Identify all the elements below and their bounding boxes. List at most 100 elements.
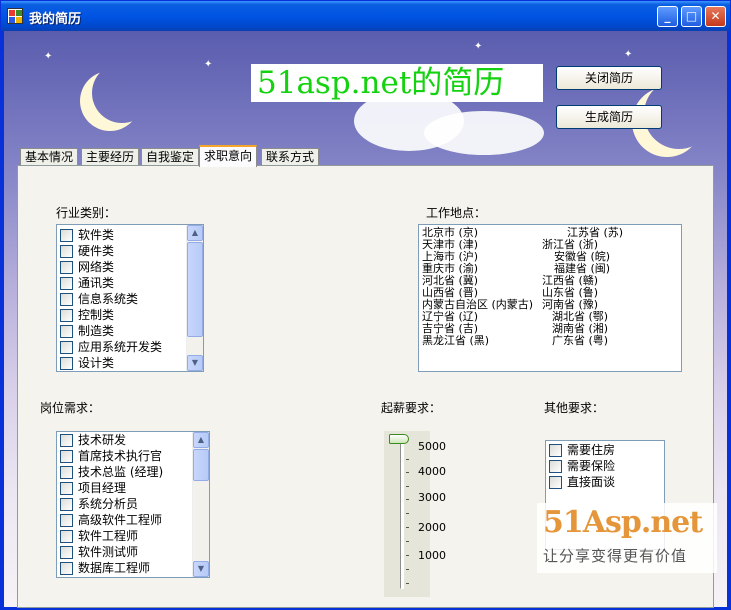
list-item[interactable]: 黑龙江省 (黑) 广东省 (粤)	[422, 335, 678, 347]
scroll-down-icon[interactable]: ▼	[193, 561, 209, 577]
industry-item[interactable]: 制造类	[57, 323, 203, 339]
title-bar[interactable]: 我的简历 _ □ ✕	[1, 1, 730, 31]
salary-tick-label: 2000	[418, 521, 446, 534]
position-item[interactable]: 首席技术执行官	[57, 448, 209, 464]
industry-item[interactable]: 软件类	[57, 227, 203, 243]
scroll-down-icon[interactable]: ▼	[187, 355, 203, 371]
checkbox[interactable]	[60, 514, 73, 527]
industry-item[interactable]: 信息系统类	[57, 291, 203, 307]
tab-contact[interactable]: 联系方式	[261, 148, 320, 166]
vertical-scrollbar[interactable]: ▲ ▼	[186, 225, 203, 371]
slider-tick	[406, 583, 409, 584]
position-checklist[interactable]: 技术研发 首席技术执行官 技术总监 (经理) 项目经理 系统分析员 高级软件工程…	[56, 431, 210, 578]
scroll-up-icon[interactable]: ▲	[193, 432, 209, 448]
maximize-icon[interactable]: □	[681, 6, 702, 27]
slider-tick	[406, 569, 409, 570]
checkbox[interactable]	[60, 245, 73, 258]
industry-label: 行业类别：	[56, 206, 117, 220]
position-item[interactable]: 高级软件工程师	[57, 512, 209, 528]
position-item[interactable]: 项目经理	[57, 480, 209, 496]
slider-tick	[406, 499, 409, 500]
slider-tick	[406, 513, 409, 514]
checkbox[interactable]	[60, 562, 73, 575]
minimize-icon[interactable]: _	[657, 6, 678, 27]
industry-item[interactable]: 网络类	[57, 259, 203, 275]
checkbox[interactable]	[60, 466, 73, 479]
scroll-thumb[interactable]	[187, 242, 203, 337]
tab-self-assessment[interactable]: 自我鉴定	[141, 148, 200, 166]
slider-tick	[406, 555, 409, 556]
checkbox[interactable]	[60, 309, 73, 322]
salary-tick-label: 3000	[418, 491, 446, 504]
checkbox[interactable]	[60, 498, 73, 511]
position-item[interactable]: 数据库工程师	[57, 560, 209, 576]
salary-tick-label: 5000	[418, 440, 446, 453]
app-window: 我的简历 _ □ ✕ ✦ ✦ ✦ ✦ 51asp.net的简历 关闭简历 生成简…	[0, 0, 731, 610]
other-item[interactable]: 需要保险	[546, 458, 664, 474]
generate-resume-button[interactable]: 生成简历	[556, 105, 662, 129]
position-item[interactable]: 技术研发	[57, 432, 209, 448]
slider-track	[400, 439, 404, 589]
checkbox[interactable]	[60, 482, 73, 495]
tab-basic-info[interactable]: 基本情况	[20, 148, 79, 166]
location-list[interactable]: 北京市 (京) 江苏省 (苏) 天津市 (津) 浙江省 (浙) 上海市 (沪) 安徽省…	[418, 224, 682, 372]
slider-tick	[406, 486, 409, 487]
slider-tick	[406, 527, 409, 528]
cloud-shape	[424, 111, 544, 155]
slider-thumb[interactable]	[389, 434, 409, 444]
moon-icon	[92, 63, 152, 123]
scroll-up-icon[interactable]: ▲	[187, 225, 203, 241]
other-item[interactable]: 需要住房	[546, 442, 664, 458]
checkbox[interactable]	[549, 460, 562, 473]
window-title: 我的简历	[29, 12, 82, 27]
checkbox[interactable]	[60, 450, 73, 463]
location-label: 工作地点：	[426, 206, 487, 220]
checkbox[interactable]	[60, 341, 73, 354]
star-icon: ✦	[474, 41, 483, 52]
position-label: 岗位需求：	[40, 401, 101, 415]
checkbox[interactable]	[60, 357, 73, 370]
position-item[interactable]: 系统分析员	[57, 496, 209, 512]
salary-slider[interactable]	[384, 431, 430, 597]
checkbox[interactable]	[60, 546, 73, 559]
industry-item[interactable]: 硬件类	[57, 243, 203, 259]
close-icon[interactable]: ✕	[705, 6, 726, 27]
checkbox[interactable]	[60, 325, 73, 338]
watermark-slogan: 让分享变得更有价值	[543, 547, 688, 565]
industry-item[interactable]: 设计类	[57, 355, 203, 371]
tab-job-intention[interactable]: 求职意向	[199, 145, 258, 167]
vertical-scrollbar[interactable]: ▲ ▼	[192, 432, 209, 577]
watermark-brand: 51Asp.net	[543, 505, 703, 540]
checkbox[interactable]	[60, 530, 73, 543]
salary-tick-label: 1000	[418, 549, 446, 562]
star-icon: ✦	[44, 51, 53, 62]
checkbox[interactable]	[60, 261, 73, 274]
checkbox[interactable]	[549, 444, 562, 457]
industry-item[interactable]: 通讯类	[57, 275, 203, 291]
other-item[interactable]: 直接面谈	[546, 474, 664, 490]
industry-item[interactable]: 控制类	[57, 307, 203, 323]
star-icon: ✦	[204, 59, 213, 70]
salary-label: 起薪要求：	[381, 401, 442, 415]
checkbox[interactable]	[60, 293, 73, 306]
checkbox[interactable]	[60, 277, 73, 290]
other-label: 其他要求：	[544, 401, 605, 415]
industry-item[interactable]: 应用系统开发类	[57, 339, 203, 355]
scroll-thumb[interactable]	[193, 449, 209, 481]
checkbox[interactable]	[60, 229, 73, 242]
resume-brand-title: 51asp.net的简历	[251, 64, 543, 102]
close-resume-button[interactable]: 关闭简历	[556, 66, 662, 90]
industry-checklist[interactable]: 软件类 硬件类 网络类 通讯类 信息系统类 控制类 制造类 应用系统开发类 设计…	[56, 224, 204, 372]
position-item[interactable]: 技术总监 (经理)	[57, 464, 209, 480]
position-item[interactable]: 软件工程师	[57, 528, 209, 544]
checkbox[interactable]	[549, 476, 562, 489]
watermark-logo: 51Asp.net 让分享变得更有价值	[537, 503, 717, 573]
slider-tick	[406, 472, 409, 473]
checkbox[interactable]	[60, 434, 73, 447]
slider-tick	[406, 459, 409, 460]
position-item[interactable]: 软件测试师	[57, 544, 209, 560]
app-icon	[7, 8, 23, 24]
tab-main-experience[interactable]: 主要经历	[81, 148, 140, 166]
slider-tick	[406, 541, 409, 542]
star-icon: ✦	[624, 49, 633, 60]
